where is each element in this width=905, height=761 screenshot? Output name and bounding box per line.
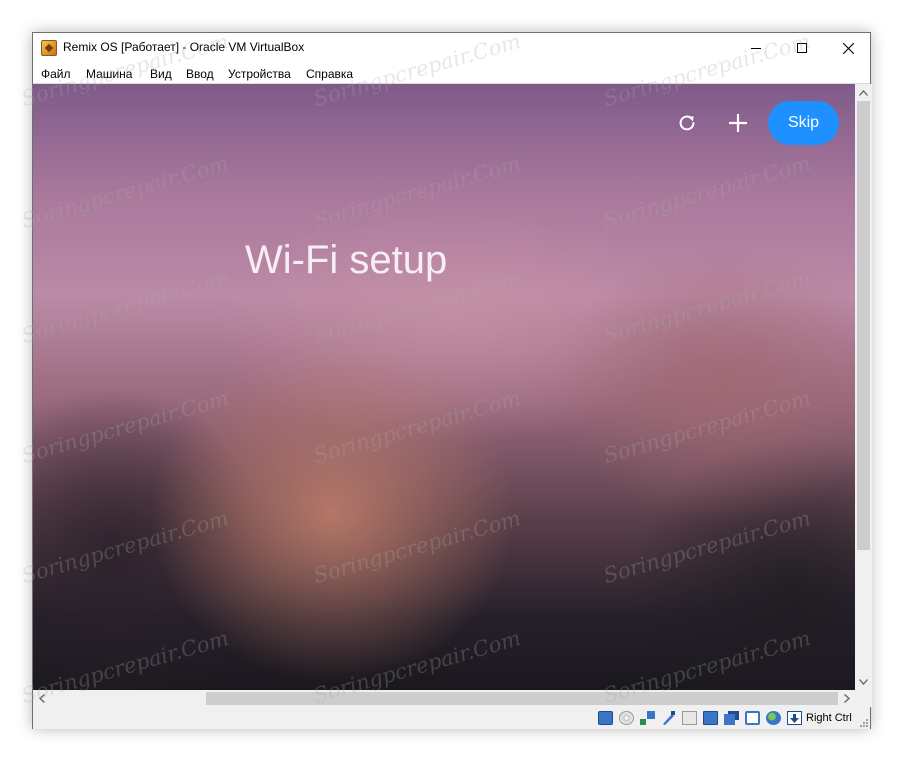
scroll-right-arrow[interactable] bbox=[838, 690, 855, 707]
close-button[interactable] bbox=[825, 33, 871, 63]
window-title: Remix OS [Работает] - Oracle VM VirtualB… bbox=[63, 40, 305, 54]
display-icon[interactable] bbox=[703, 711, 718, 725]
close-icon bbox=[842, 42, 854, 54]
menu-bar: Файл Машина Вид Ввод Устройства Справка bbox=[33, 63, 870, 84]
status-bar: Right Ctrl bbox=[33, 707, 870, 729]
cpu-icon[interactable] bbox=[745, 711, 760, 725]
resize-grip-icon[interactable] bbox=[859, 718, 869, 728]
title-bar[interactable]: Remix OS [Работает] - Oracle VM VirtualB… bbox=[33, 33, 870, 63]
maximize-icon bbox=[797, 43, 807, 53]
chevron-right-icon bbox=[843, 694, 850, 703]
minimize-button[interactable] bbox=[733, 33, 779, 63]
wifi-setup-heading: Wi-Fi setup bbox=[245, 238, 448, 282]
horizontal-scroll-thumb[interactable] bbox=[206, 692, 838, 705]
maximize-button[interactable] bbox=[779, 33, 825, 63]
host-key-label: Right Ctrl bbox=[806, 712, 852, 724]
scroll-left-arrow[interactable] bbox=[33, 690, 50, 707]
virtualbox-window: Remix OS [Работает] - Oracle VM VirtualB… bbox=[32, 32, 872, 729]
network-icon[interactable] bbox=[640, 711, 655, 725]
optical-drive-icon[interactable] bbox=[619, 711, 634, 725]
chevron-up-icon bbox=[859, 89, 868, 96]
chevron-left-icon bbox=[38, 694, 45, 703]
scroll-down-arrow[interactable] bbox=[855, 673, 872, 690]
menu-view[interactable]: Вид bbox=[150, 67, 172, 81]
plus-icon bbox=[729, 114, 747, 132]
keyboard-capture-icon[interactable] bbox=[787, 711, 802, 725]
guest-display[interactable]: Wi-Fi setup Skip bbox=[33, 84, 855, 690]
refresh-icon bbox=[679, 115, 695, 131]
virtualbox-app-icon bbox=[41, 40, 57, 56]
menu-file[interactable]: Файл bbox=[41, 67, 71, 81]
menu-machine[interactable]: Машина bbox=[86, 67, 132, 81]
mouse-integration-icon[interactable] bbox=[766, 711, 781, 725]
skip-button[interactable]: Skip bbox=[768, 101, 839, 145]
video-capture-icon[interactable] bbox=[724, 711, 739, 725]
menu-input[interactable]: Ввод bbox=[186, 67, 214, 81]
menu-devices[interactable]: Устройства bbox=[228, 67, 291, 81]
vertical-scrollbar[interactable] bbox=[855, 84, 872, 690]
menu-help[interactable]: Справка bbox=[306, 67, 353, 81]
horizontal-scrollbar[interactable] bbox=[33, 690, 855, 707]
add-network-button[interactable] bbox=[721, 106, 755, 140]
minimize-icon bbox=[751, 48, 761, 49]
scroll-corner bbox=[855, 690, 872, 707]
hard-disk-icon[interactable] bbox=[598, 711, 613, 725]
chevron-down-icon bbox=[859, 678, 868, 685]
vertical-scroll-thumb[interactable] bbox=[857, 101, 870, 550]
shared-folders-icon[interactable] bbox=[682, 711, 697, 725]
usb-icon[interactable] bbox=[661, 711, 676, 725]
refresh-button[interactable] bbox=[670, 106, 704, 140]
scroll-up-arrow[interactable] bbox=[855, 84, 872, 101]
